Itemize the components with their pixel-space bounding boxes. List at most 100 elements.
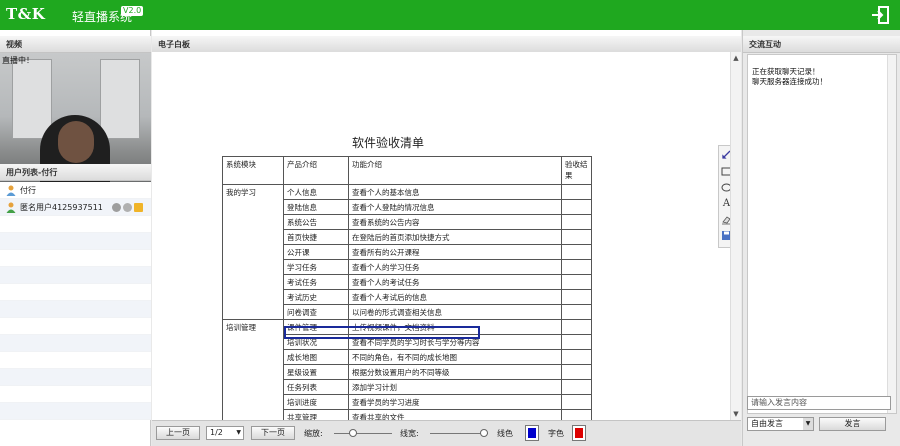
- speak-target-select[interactable]: 自由发言 ▼: [747, 417, 814, 431]
- page-select[interactable]: 1/2 ▼: [206, 426, 244, 440]
- empty-row: [0, 284, 151, 301]
- zoom-slider[interactable]: [334, 429, 392, 437]
- chat-input[interactable]: 请输入发言内容: [747, 396, 891, 410]
- table-row: 考试任务 查看个人的考试任务: [222, 274, 592, 290]
- function-cell: 查看学员的学习进度: [348, 394, 562, 410]
- zoom-slider-knob[interactable]: [349, 429, 357, 437]
- next-page-button[interactable]: 下一页: [251, 426, 295, 440]
- function-cell: 不同的角色，有不同的成长地图: [348, 349, 562, 365]
- mic-icon[interactable]: [123, 203, 132, 212]
- module-cell: [222, 259, 284, 275]
- empty-row: [0, 216, 151, 233]
- product-cell: 学习任务: [283, 259, 349, 275]
- empty-row: [0, 250, 151, 267]
- table-header-cell: 系统模块: [222, 156, 284, 185]
- line-color-fill: [528, 428, 536, 438]
- product-cell: 首页快捷: [283, 229, 349, 245]
- module-cell: [222, 289, 284, 305]
- send-button[interactable]: 发言: [819, 417, 886, 431]
- user-name: 匿名用户4125937511: [20, 203, 103, 212]
- left-panel: 视频 直播中！ 用户列表-付行 付行 匿名用户4125937511: [0, 30, 151, 446]
- table-header-row: 系统模块 产品介绍 功能介绍 验收结果: [222, 156, 592, 185]
- scroll-up-arrow-icon[interactable]: ▲: [732, 54, 740, 62]
- acceptance-table: 系统模块 产品介绍 功能介绍 验收结果 我的学习 个人信息 查看个人的基本信息 登陆信息 查看个…: [222, 156, 592, 420]
- function-cell: 查看个人的学习任务: [348, 259, 562, 275]
- chat-scrollbar[interactable]: [887, 55, 896, 413]
- product-cell: 登陆信息: [283, 199, 349, 215]
- scroll-down-arrow-icon[interactable]: ▼: [732, 410, 740, 418]
- line-width-slider[interactable]: [430, 429, 488, 437]
- empty-row: [0, 233, 151, 250]
- module-cell: [222, 229, 284, 245]
- module-cell: 我的学习: [222, 184, 284, 200]
- product-cell: 系统公告: [283, 214, 349, 230]
- result-cell: [561, 289, 592, 305]
- camera-icon[interactable]: [112, 203, 121, 212]
- user-list-header: 用户列表-付行: [0, 164, 151, 181]
- function-cell: 查看个人考试后的信息: [348, 289, 562, 305]
- empty-row: [0, 301, 151, 318]
- empty-row: [0, 318, 151, 335]
- table-row: 登陆信息 查看个人登陆的情况信息: [222, 199, 592, 215]
- user-row[interactable]: 付行: [0, 182, 151, 199]
- function-cell: 查看个人登陆的情况信息: [348, 199, 562, 215]
- result-cell: [561, 244, 592, 260]
- speak-target-value: 自由发言: [751, 419, 783, 428]
- page-select-value: 1/2: [210, 428, 223, 437]
- line-color-picker[interactable]: [525, 425, 539, 441]
- table-header-cell: 验收结果: [561, 156, 592, 185]
- prev-page-button[interactable]: 上一页: [156, 426, 200, 440]
- user-row[interactable]: 匿名用户4125937511: [0, 199, 151, 216]
- whiteboard-controls: 上一页 1/2 ▼ 下一页 缩放: 线宽: 线色 字色: [152, 420, 741, 446]
- user-name: 付行: [20, 186, 36, 195]
- module-cell: [222, 334, 284, 350]
- empty-row: [0, 369, 151, 386]
- result-cell: [561, 229, 592, 245]
- empty-row: [0, 267, 151, 284]
- table-row: 学习任务 查看个人的学习任务: [222, 259, 592, 275]
- user-icon: [6, 185, 16, 196]
- module-cell: [222, 349, 284, 365]
- result-cell: [561, 409, 592, 420]
- line-width-slider-knob[interactable]: [480, 429, 488, 437]
- chat-panel: 交流互动 正在获取聊天记录！ 聊天服务器连接成功！ 请输入发言内容 自由发言 ▼…: [742, 30, 900, 446]
- result-cell: [561, 274, 592, 290]
- line-color-label: 线色: [497, 429, 513, 438]
- table-header-cell: 功能介绍: [348, 156, 562, 185]
- result-cell: [561, 304, 592, 320]
- chevron-down-icon: ▼: [803, 418, 813, 430]
- video-background-window: [12, 59, 52, 139]
- table-row: 考试历史 查看个人考试后的信息: [222, 289, 592, 305]
- result-cell: [561, 184, 592, 200]
- table-row: 首页快捷 在登陆后的首页添加快捷方式: [222, 229, 592, 245]
- table-row: 培训进度 查看学员的学习进度: [222, 394, 592, 410]
- font-color-picker[interactable]: [572, 425, 586, 441]
- module-cell: [222, 214, 284, 230]
- result-cell: [561, 199, 592, 215]
- exit-icon[interactable]: [870, 5, 890, 25]
- empty-row: [0, 386, 151, 403]
- table-row: 我的学习 个人信息 查看个人的基本信息: [222, 184, 592, 200]
- warning-icon[interactable]: [134, 203, 143, 212]
- module-cell: [222, 244, 284, 260]
- function-cell: 添加学习计划: [348, 379, 562, 395]
- empty-row: [0, 335, 151, 352]
- function-cell: 查看所有的公开课程: [348, 244, 562, 260]
- user-list: 付行 匿名用户4125937511: [0, 182, 151, 420]
- function-cell: 在登陆后的首页添加快捷方式: [348, 229, 562, 245]
- function-cell: 查看共享的文件: [348, 409, 562, 420]
- zoom-label: 缩放:: [304, 429, 323, 438]
- app-logo: T&K: [6, 5, 46, 23]
- product-cell: 公开课: [283, 244, 349, 260]
- whiteboard-scrollbar[interactable]: ▲ ▼: [730, 52, 741, 420]
- top-bar: T&K 轻直播系统 V2.0: [0, 0, 900, 30]
- result-cell: [561, 394, 592, 410]
- whiteboard-canvas[interactable]: 软件验收清单 系统模块 产品介绍 功能介绍 验收结果 我的学习 个人信息 查看个人的基本信息…: [152, 52, 741, 420]
- function-cell: 以问卷的形式调查相关信息: [348, 304, 562, 320]
- table-row: 系统公告 查看系统的公告内容: [222, 214, 592, 230]
- chat-log: 正在获取聊天记录！ 聊天服务器连接成功！: [747, 54, 897, 414]
- highlight-rectangle[interactable]: [284, 326, 480, 339]
- chat-message: 正在获取聊天记录！: [752, 67, 820, 76]
- table-row: 成长地图 不同的角色，有不同的成长地图: [222, 349, 592, 365]
- table-header-cell: 产品介绍: [283, 156, 349, 185]
